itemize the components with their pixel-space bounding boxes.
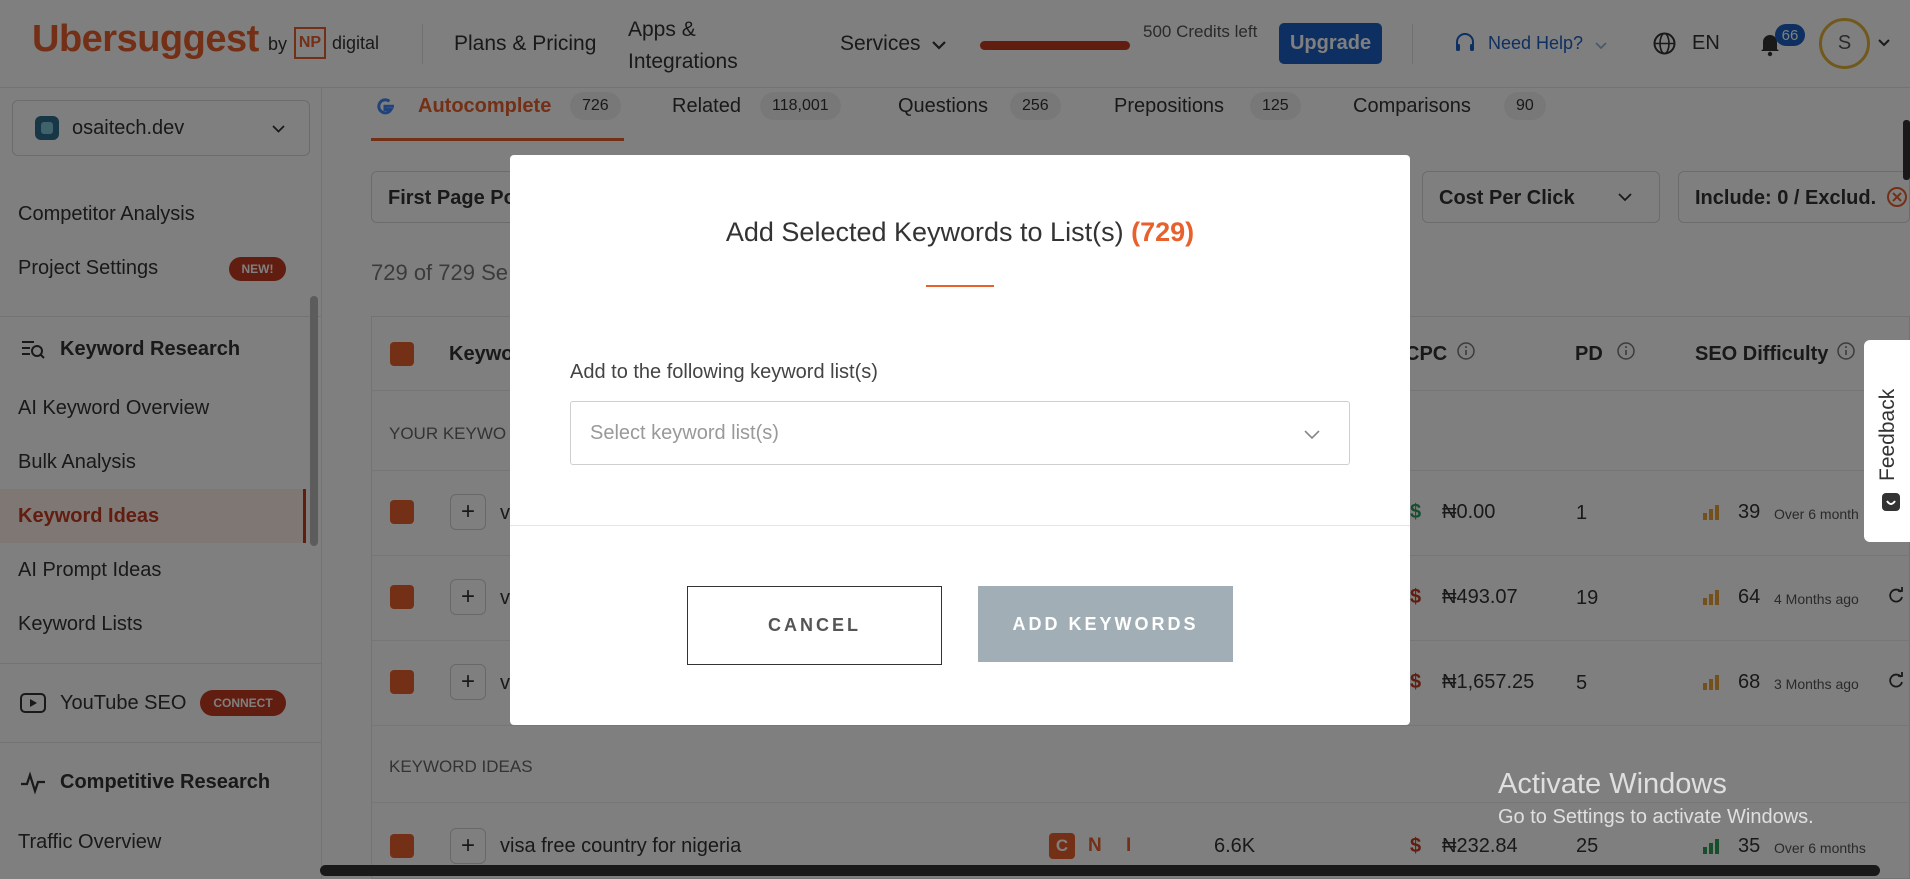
add-keywords-button[interactable]: ADD KEYWORDS (978, 586, 1233, 662)
modal-title-text: Add Selected Keywords to List(s) (725, 217, 1124, 247)
cancel-button[interactable]: CANCEL (687, 586, 942, 665)
modal-divider (510, 525, 1410, 526)
activate-windows-title: Activate Windows (1498, 768, 1727, 800)
add-keywords-modal: Add Selected Keywords to List(s) (729) A… (510, 155, 1410, 725)
keyword-list-placeholder[interactable]: Select keyword list(s) (590, 422, 779, 445)
modal-title: Add Selected Keywords to List(s) (729) (510, 217, 1410, 248)
keyword-list-label: Add to the following keyword list(s) (570, 361, 878, 383)
chevron-down-icon[interactable] (1303, 425, 1321, 443)
feedback-label[interactable]: Feedback (1870, 360, 1906, 510)
feedback-smile-icon[interactable] (1881, 492, 1901, 512)
activate-windows-subtitle: Go to Settings to activate Windows. (1498, 806, 1814, 828)
title-accent-rule (926, 285, 994, 287)
selected-keyword-count: (729) (1131, 217, 1195, 247)
